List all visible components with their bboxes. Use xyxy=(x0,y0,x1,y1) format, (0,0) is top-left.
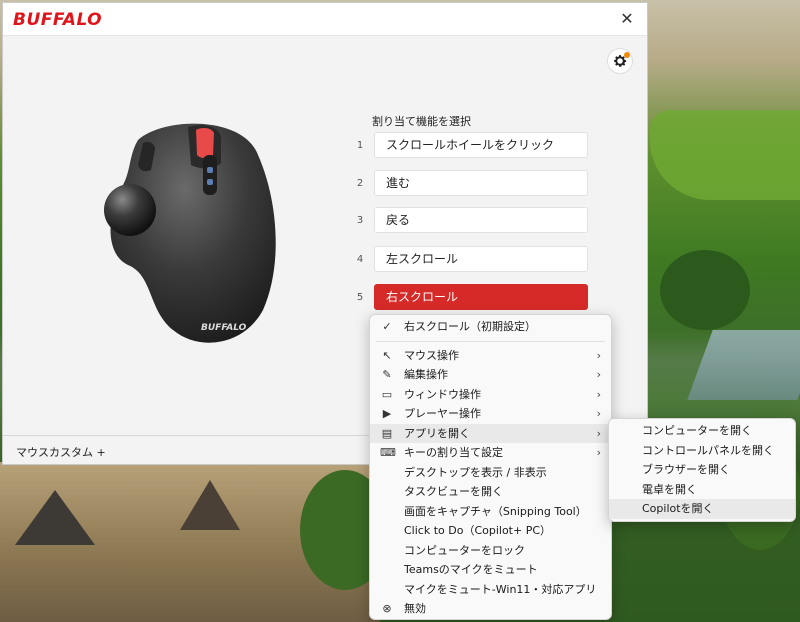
disabled-icon: ⊗ xyxy=(382,602,392,615)
close-button[interactable]: ✕ xyxy=(617,9,637,29)
play-circle-icon: ▶ xyxy=(382,407,392,420)
slot-button-5[interactable]: 右スクロール xyxy=(374,284,588,310)
chevron-right-icon: › xyxy=(596,348,601,362)
slot-number-4: 4 xyxy=(356,254,364,265)
check-icon: ✓ xyxy=(382,320,392,333)
menu-item-label: 右スクロール（初期設定） xyxy=(404,320,536,333)
menu-item-label: Teamsのマイクをミュート xyxy=(404,563,538,576)
menu-item-label: 編集操作 xyxy=(404,368,448,381)
window-icon: ▭ xyxy=(381,387,393,401)
submenu-item-open-computer[interactable]: コンピューターを開く xyxy=(609,421,795,441)
cursor-icon: ↖ xyxy=(382,348,392,362)
submenu-item-open-control-panel[interactable]: コントロールパネルを開く xyxy=(609,441,795,461)
menu-item-label: アプリを開く xyxy=(404,426,470,440)
menu-item-task-view[interactable]: タスクビューを開く xyxy=(370,482,611,502)
pencil-icon: ✎ xyxy=(382,368,392,381)
assign-function-label: 割り当て機能を選択 xyxy=(372,115,471,128)
submenu-item-open-copilot[interactable]: Copilotを開く xyxy=(609,499,795,519)
wallpaper-river xyxy=(687,330,800,400)
menu-item-player-operations[interactable]: ▶ プレーヤー操作 › xyxy=(370,404,611,424)
menu-item-label: マウス操作 xyxy=(404,348,459,362)
slot-button-4[interactable]: 左スクロール xyxy=(374,246,588,272)
menu-item-open-app[interactable]: ▤ アプリを開く › xyxy=(370,423,611,443)
notification-dot xyxy=(624,52,630,58)
menu-item-label: プレーヤー操作 xyxy=(404,407,481,420)
svg-text:BUFFALO: BUFFALO xyxy=(201,323,247,333)
slot-number-2: 2 xyxy=(356,178,364,189)
menu-item-disable[interactable]: ⊗ 無効 xyxy=(370,599,611,619)
menu-item-label: コンピューターをロック xyxy=(404,543,525,557)
slot-number-1: 1 xyxy=(356,140,364,151)
menu-item-label: 画面をキャプチャ（Snipping Tool） xyxy=(404,504,587,518)
wallpaper-castle-roof xyxy=(180,480,240,530)
trackball-mouse-image: BUFFALO xyxy=(104,123,276,343)
wallpaper-tree xyxy=(660,250,750,330)
buffalo-logo: BUFFALO xyxy=(13,10,103,30)
slot-number-5: 5 xyxy=(356,292,364,303)
menu-item-label: ウィンドウ操作 xyxy=(404,387,481,401)
function-context-menu: ✓ 右スクロール（初期設定） ↖ マウス操作 › ✎ 編集操作 › ▭ ウィンド… xyxy=(369,314,612,620)
mouse-custom-button[interactable]: マウスカスタム + xyxy=(16,444,106,460)
menu-item-label: マイクをミュート-Win11・対応アプリ xyxy=(404,582,597,596)
menu-item-label: デスクトップを表示 / 非表示 xyxy=(404,465,547,479)
slot-button-3[interactable]: 戻る xyxy=(374,207,588,233)
menu-item-label: 無効 xyxy=(404,602,426,615)
slot-button-2[interactable]: 進む xyxy=(374,170,588,196)
menu-item-teams-mute[interactable]: Teamsのマイクをミュート xyxy=(370,560,611,580)
menu-item-mic-mute[interactable]: マイクをミュート-Win11・対応アプリ xyxy=(370,580,611,600)
menu-item-lock-computer[interactable]: コンピューターをロック xyxy=(370,541,611,561)
menu-item-label: Click to Do（Copilot+ PC） xyxy=(404,524,552,537)
menu-item-click-to-do[interactable]: Click to Do（Copilot+ PC） xyxy=(370,521,611,541)
open-app-submenu: コンピューターを開く コントロールパネルを開く ブラウザーを開く 電卓を開く C… xyxy=(608,418,796,522)
keyboard-icon: ⌨ xyxy=(380,446,396,459)
chevron-right-icon: › xyxy=(596,387,601,401)
briefcase-icon: ▤ xyxy=(381,426,393,440)
chevron-right-icon: › xyxy=(596,446,601,459)
settings-button[interactable] xyxy=(607,48,633,74)
menu-item-key-assignment[interactable]: ⌨ キーの割り当て設定 › xyxy=(370,443,611,463)
menu-item-label: タスクビューを開く xyxy=(404,485,503,498)
menu-item-mouse-operations[interactable]: ↖ マウス操作 › xyxy=(370,346,611,366)
wallpaper-meadow xyxy=(650,110,800,200)
slot-button-1[interactable]: スクロールホイールをクリック xyxy=(374,132,588,158)
menu-item-screen-capture[interactable]: 画面をキャプチャ（Snipping Tool） xyxy=(370,502,611,522)
chevron-right-icon: › xyxy=(596,426,601,440)
menu-item-show-desktop[interactable]: デスクトップを表示 / 非表示 xyxy=(370,463,611,483)
title-bar: BUFFALO ✕ xyxy=(3,3,647,36)
menu-item-edit-operations[interactable]: ✎ 編集操作 › xyxy=(370,365,611,385)
menu-item-window-operations[interactable]: ▭ ウィンドウ操作 › xyxy=(370,385,611,405)
chevron-right-icon: › xyxy=(596,368,601,381)
menu-item-label: キーの割り当て設定 xyxy=(404,446,503,459)
chevron-right-icon: › xyxy=(596,407,601,420)
submenu-item-open-browser[interactable]: ブラウザーを開く xyxy=(609,460,795,480)
menu-separator xyxy=(376,340,605,342)
slot-number-3: 3 xyxy=(356,215,364,226)
wallpaper-castle-roof xyxy=(15,490,95,545)
submenu-item-open-calculator[interactable]: 電卓を開く xyxy=(609,480,795,500)
menu-item-default-right-scroll[interactable]: ✓ 右スクロール（初期設定） xyxy=(370,317,611,337)
